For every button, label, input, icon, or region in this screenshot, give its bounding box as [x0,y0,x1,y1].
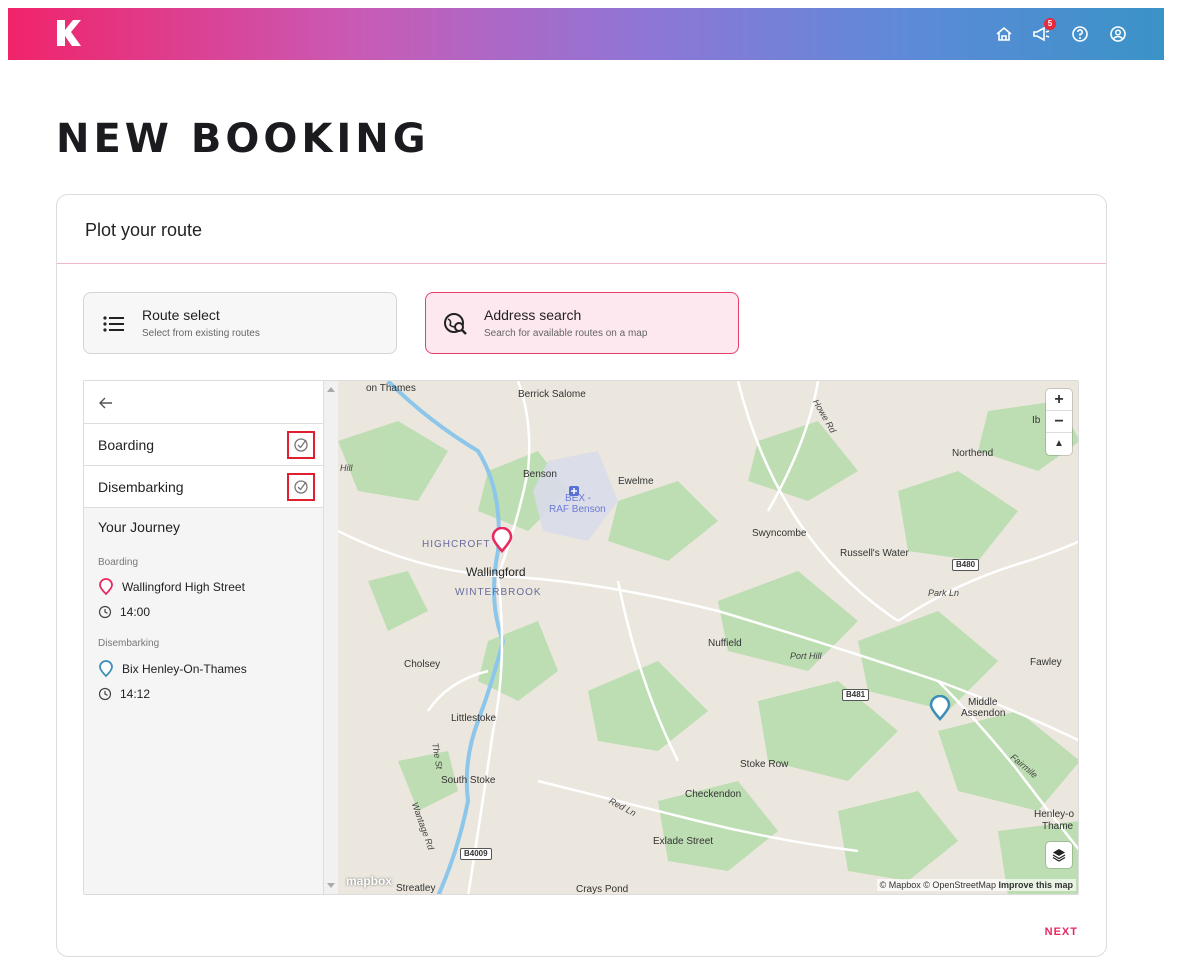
address-search-button[interactable]: Address search Search for available rout… [425,292,739,354]
journey-disembarking-stop: Bix Henley-On-Thames [98,660,247,678]
address-search-title: Address search [484,307,582,323]
route-sidebar: Boarding Disembarking Your Journey Board… [84,381,324,894]
map-search-icon [442,310,470,338]
sidebar-scrollbar[interactable] [324,381,338,894]
compass-button[interactable]: ▲ [1046,433,1072,455]
booking-card: Plot your route Route select Select from… [56,194,1107,957]
layers-button[interactable] [1046,842,1072,868]
journey-title: Your Journey [98,519,180,535]
zoom-in-button[interactable]: + [1046,389,1072,411]
map-panel: Boarding Disembarking Your Journey Board… [83,380,1079,895]
disembarking-locate-button[interactable] [287,473,315,501]
journey-boarding-time: 14:00 [98,605,150,619]
megaphone-icon[interactable]: 5 [1030,18,1056,46]
back-arrow-icon[interactable] [96,393,116,413]
disembark-pin-icon [99,660,113,678]
improve-map-link[interactable]: Improve this map [998,880,1073,890]
page-title: NEW BOOKING [56,116,430,162]
boarding-map-pin-icon[interactable] [491,526,513,558]
card-title: Plot your route [57,195,1106,264]
boarding-pin-icon [99,578,113,596]
map-attribution: © Mapbox © OpenStreetMap Improve this ma… [876,879,1076,891]
journey-disembarking-time: 14:12 [98,687,150,701]
zoom-out-button[interactable]: − [1046,411,1072,433]
locate-icon [294,480,308,494]
map-zoom-control: + − ▲ [1046,389,1072,455]
clock-icon [98,687,112,701]
account-icon[interactable] [1106,22,1130,46]
disembarking-row[interactable]: Disembarking [84,466,323,508]
boarding-row[interactable]: Boarding [84,424,323,466]
home-icon[interactable] [992,22,1016,46]
help-icon[interactable] [1068,22,1092,46]
airport-icon [569,483,579,501]
mapbox-logo[interactable]: mapbox [346,874,392,888]
locate-icon [294,438,308,452]
clock-icon [98,605,112,619]
boarding-label: Boarding [98,437,155,453]
boarding-locate-button[interactable] [287,431,315,459]
route-select-button[interactable]: Route select Select from existing routes [83,292,397,354]
map[interactable]: on Thames Berrick Salome Benson Ewelme B… [338,381,1078,894]
list-icon [100,310,128,338]
address-search-subtitle: Search for available routes on a map [484,328,648,339]
k-logo-icon[interactable] [54,18,82,48]
journey-boarding-heading: Boarding [98,557,139,568]
road-shield: B4009 [460,848,492,860]
disembarking-label: Disembarking [98,479,184,495]
journey-disembarking-heading: Disembarking [98,638,160,649]
layers-icon [1052,849,1066,862]
journey-boarding-stop: Wallingford High Street [98,578,245,596]
route-select-title: Route select [142,307,220,323]
road-shield: B481 [842,689,870,701]
road-shield: B480 [952,559,980,571]
disembark-map-pin-icon[interactable] [929,694,951,726]
top-bar: 5 [8,8,1164,60]
notification-badge: 5 [1044,18,1056,30]
route-select-subtitle: Select from existing routes [142,328,260,339]
next-button[interactable]: NEXT [1045,926,1078,938]
